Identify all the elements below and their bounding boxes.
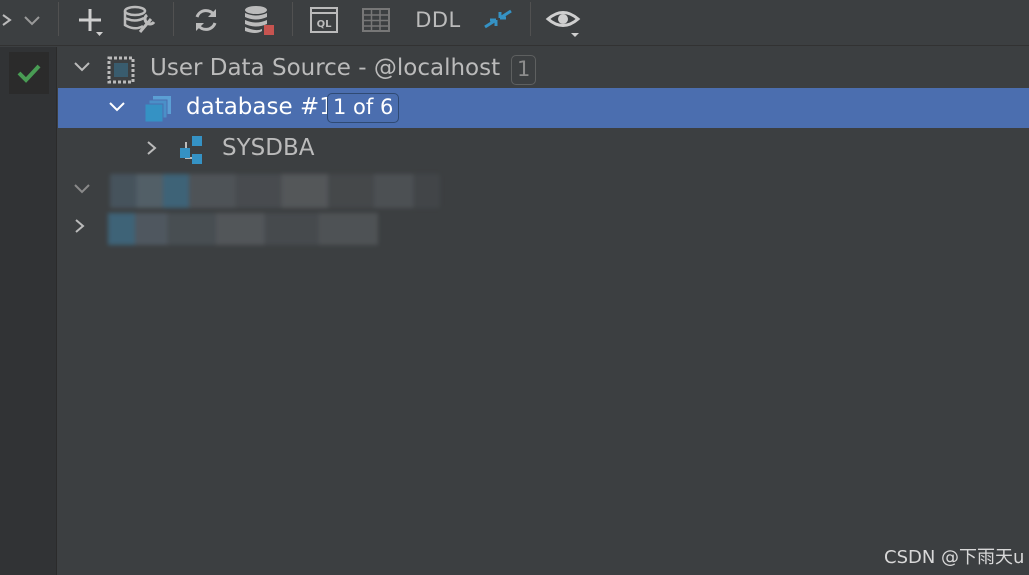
add-icon[interactable] bbox=[74, 0, 108, 40]
ddl-button[interactable]: DDL bbox=[408, 0, 468, 40]
tree-item-database[interactable]: database #1 1 of 6 bbox=[58, 88, 1029, 128]
toolbar-divider bbox=[173, 2, 174, 36]
checkmark-icon bbox=[17, 64, 41, 83]
expand-arrow-icon[interactable] bbox=[0, 0, 14, 40]
chevron-right-icon[interactable] bbox=[144, 139, 160, 157]
table-data-icon[interactable] bbox=[358, 0, 394, 40]
disconnect-database-icon[interactable] bbox=[240, 0, 276, 40]
data-source-label: User Data Source - @localhost bbox=[150, 55, 501, 81]
sql-console-icon[interactable]: QL bbox=[306, 0, 342, 40]
data-source-properties-icon[interactable] bbox=[120, 0, 158, 40]
database-icon bbox=[144, 96, 171, 123]
schema-label: SYSDBA bbox=[222, 135, 315, 161]
database-label: database #1 bbox=[186, 94, 334, 120]
jump-to-source-icon[interactable] bbox=[480, 0, 516, 40]
pixelated-region bbox=[108, 213, 378, 245]
pixelated-region bbox=[110, 174, 440, 208]
ddl-label: DDL bbox=[415, 8, 461, 32]
toolbar: QL DDL bbox=[0, 0, 1029, 46]
tree-item-obscured[interactable] bbox=[58, 170, 1029, 210]
chevron-down-icon[interactable] bbox=[20, 0, 44, 40]
data-source-count-badge: 1 bbox=[511, 55, 537, 85]
chevron-down-icon[interactable] bbox=[107, 100, 127, 114]
view-options-icon[interactable] bbox=[544, 0, 584, 40]
toolbar-divider bbox=[530, 2, 531, 36]
tree-item-schema[interactable]: SYSDBA bbox=[58, 129, 1029, 169]
schema-icon bbox=[180, 136, 202, 164]
chevron-down-icon[interactable] bbox=[72, 60, 92, 74]
chevron-right-icon[interactable] bbox=[72, 217, 88, 235]
database-schema-count-badge: 1 of 6 bbox=[327, 93, 400, 123]
connection-status bbox=[9, 52, 49, 94]
watermark: CSDN @下雨天u bbox=[884, 547, 1025, 568]
chevron-down-icon[interactable] bbox=[72, 182, 92, 196]
left-gutter bbox=[0, 47, 57, 575]
svg-text:QL: QL bbox=[317, 19, 333, 30]
toolbar-divider bbox=[292, 2, 293, 36]
refresh-icon[interactable] bbox=[188, 0, 224, 40]
data-source-icon bbox=[107, 56, 135, 84]
database-tree[interactable]: User Data Source - @localhost 1 database… bbox=[58, 47, 1029, 575]
tree-item-data-source[interactable]: User Data Source - @localhost 1 bbox=[58, 49, 1029, 89]
tree-item-obscured[interactable] bbox=[58, 207, 1029, 247]
toolbar-divider bbox=[58, 2, 59, 36]
